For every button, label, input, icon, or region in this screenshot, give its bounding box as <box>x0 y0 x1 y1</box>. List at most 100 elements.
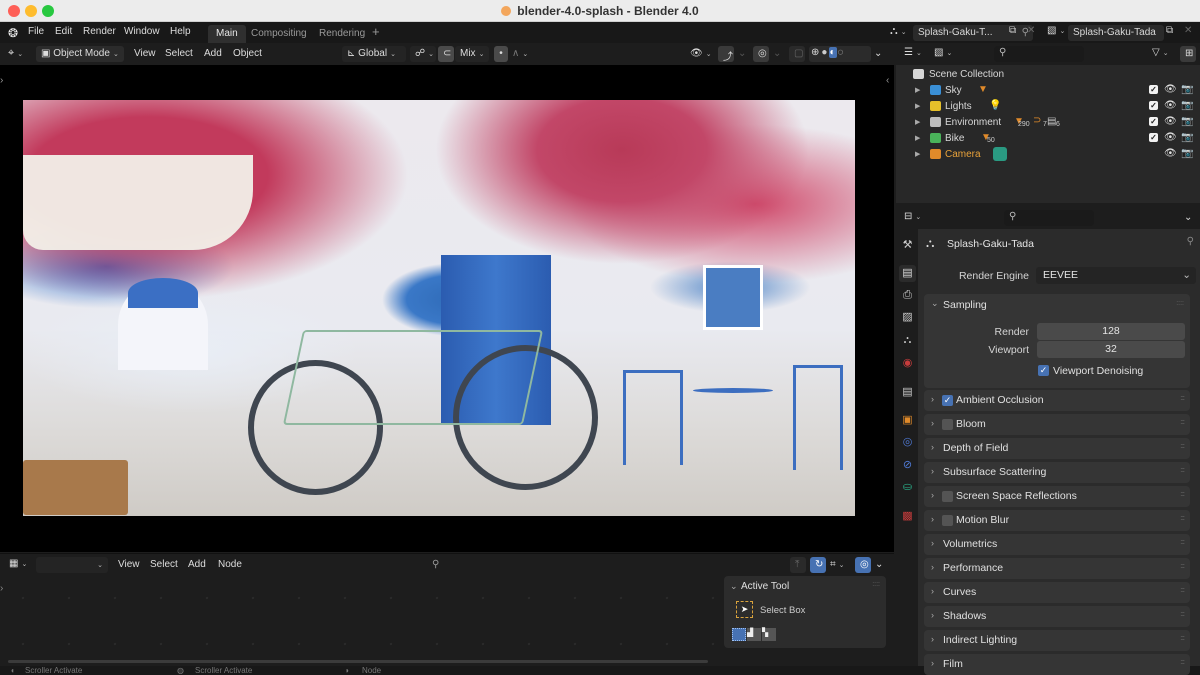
drag-grip-icon[interactable]: :::: <box>1180 419 1185 426</box>
menu-render[interactable]: Render <box>83 26 116 37</box>
delete-view-layer-icon[interactable]: ✕ <box>1184 25 1192 36</box>
visibility-icon[interactable]: 👁 ⌄ <box>690 48 712 59</box>
snap-grid-icon[interactable]: ⌗ ⌄ <box>830 559 845 570</box>
viewport-denoising-checkbox[interactable]: ✓ <box>1038 365 1049 376</box>
panel-shadows[interactable]: › Shadows:::: <box>924 606 1190 627</box>
render-camera-icon[interactable]: 📷 <box>1181 84 1193 95</box>
viewport-samples-field[interactable]: 32 <box>1037 341 1185 358</box>
gizmo-toggle[interactable]: ⤴ <box>718 46 734 63</box>
drag-grip-icon[interactable]: :::: <box>1180 563 1185 570</box>
shading-dropdown[interactable]: ⌄ <box>874 48 882 59</box>
view-layer-tab-icon[interactable]: ▨ <box>899 309 916 326</box>
drag-grip-icon[interactable]: :::: <box>1180 611 1185 618</box>
wireframe-shading-icon[interactable]: ⊕ <box>811 47 821 58</box>
constraints-tab-icon[interactable]: ⊘ <box>899 457 916 474</box>
expand-arrow-icon[interactable]: ▶ <box>915 86 920 94</box>
drag-grip-icon[interactable]: :::: <box>1180 659 1185 666</box>
expand-arrow-icon[interactable]: ▶ <box>915 102 920 110</box>
outliner-row-camera[interactable]: ▶ Camera 👁 📷 <box>896 147 1200 163</box>
toolbar-expand-icon[interactable]: › <box>0 75 3 86</box>
horizontal-scrollbar[interactable] <box>8 660 708 663</box>
render-camera-icon[interactable]: 📷 <box>1181 100 1193 111</box>
pin-icon[interactable]: ⚲ <box>1187 236 1194 247</box>
tab-rendering[interactable]: Rendering <box>311 25 373 43</box>
view-layer-icon[interactable]: ▧ ⌄ <box>1047 25 1065 36</box>
bloom-checkbox[interactable] <box>942 419 953 430</box>
new-collection-icon[interactable]: ⊞ <box>1180 46 1196 62</box>
visibility-eye-icon[interactable]: 👁 <box>1164 84 1177 95</box>
collection-tab-icon[interactable]: ▤ <box>899 384 916 401</box>
display-mode-icon[interactable]: ▧ ⌄ <box>934 47 952 58</box>
object-tab-icon[interactable]: ▣ <box>899 412 916 429</box>
ambient-occlusion-checkbox[interactable]: ✓ <box>942 395 953 406</box>
drag-grip-icon[interactable]: :::: <box>1180 491 1185 498</box>
rendered-shading-icon[interactable]: ◌ <box>837 47 845 58</box>
ne-overlay-icon[interactable]: ◎ <box>855 557 871 573</box>
filter-icon[interactable]: ▽ ⌄ <box>1152 47 1169 58</box>
drag-grip-icon[interactable]: :::: <box>1176 300 1184 307</box>
outliner-search-input[interactable]: ⚲ <box>994 46 1084 62</box>
shading-mode-group[interactable]: ⊕●◐◌ <box>809 46 871 62</box>
properties-options-dropdown[interactable]: ⌄ <box>1184 212 1192 223</box>
exclude-checkbox[interactable]: ✓ <box>1149 116 1158 127</box>
panel-indirect-lighting[interactable]: › Indirect Lighting:::: <box>924 630 1190 651</box>
world-tab-icon[interactable]: ◉ <box>899 355 916 372</box>
outliner-row-bike[interactable]: ▶ Bike ▼ 50 ✓ 👁 📷 <box>896 131 1200 147</box>
visibility-eye-icon[interactable]: 👁 <box>1164 100 1177 111</box>
editor-type-icon[interactable]: ⌖ ⌄ <box>8 47 23 60</box>
ne-menu-select[interactable]: Select <box>150 559 178 570</box>
delete-scene-icon[interactable]: ✕ <box>1027 25 1035 36</box>
gizmo-dropdown[interactable]: ⌄ <box>738 48 746 59</box>
auto-offset-icon[interactable]: ↻ <box>810 557 826 573</box>
visibility-eye-icon[interactable]: 👁 <box>1164 116 1177 127</box>
panel-volumetrics[interactable]: › Volumetrics:::: <box>924 534 1190 555</box>
drag-grip-icon[interactable]: :::: <box>1180 467 1185 474</box>
menu-help[interactable]: Help <box>170 26 191 37</box>
menu-add[interactable]: Add <box>204 48 222 59</box>
tab-compositing[interactable]: Compositing <box>243 25 315 43</box>
view-layer-selector[interactable]: Splash-Gaku-Tada <box>1068 25 1164 41</box>
menu-window[interactable]: Window <box>124 26 160 37</box>
drag-grip-icon[interactable]: :::: <box>1180 395 1185 402</box>
mode-extend-icon[interactable]: ▟ <box>747 628 761 641</box>
mode-new-icon[interactable] <box>732 628 746 641</box>
exclude-checkbox[interactable]: ✓ <box>1149 132 1158 143</box>
drag-grip-icon[interactable]: :::: <box>1180 587 1185 594</box>
render-camera-icon[interactable]: 📷 <box>1181 132 1193 143</box>
active-tool-collapse-icon[interactable]: ⌄ <box>730 581 738 592</box>
drag-grip-icon[interactable]: :::: <box>1180 515 1185 522</box>
ne-overlay-dropdown[interactable]: ⌄ <box>875 559 883 570</box>
visibility-eye-icon[interactable]: 👁 <box>1164 148 1177 159</box>
outliner-editor-type-icon[interactable]: ☰ ⌄ <box>904 47 922 58</box>
expand-arrow-icon[interactable]: ▶ <box>915 134 920 142</box>
drag-grip-icon[interactable]: :::: <box>1180 539 1185 546</box>
panel-ambient-occlusion[interactable]: › ✓ Ambient Occlusion:::: <box>924 390 1190 411</box>
tab-main[interactable]: Main <box>208 25 246 43</box>
panel-curves[interactable]: › Curves:::: <box>924 582 1190 603</box>
proportional-edit-toggle[interactable]: • <box>494 46 508 62</box>
panel-depth-of-field[interactable]: › Depth of Field:::: <box>924 438 1190 459</box>
falloff-icon[interactable]: ∧ ⌄ <box>512 48 528 59</box>
render-samples-field[interactable]: 128 <box>1037 323 1185 340</box>
menu-edit[interactable]: Edit <box>55 26 72 37</box>
ne-menu-node[interactable]: Node <box>218 559 242 570</box>
menu-select[interactable]: Select <box>165 48 193 59</box>
sampling-title[interactable]: Sampling <box>943 299 987 311</box>
visibility-eye-icon[interactable]: 👁 <box>1164 132 1177 143</box>
panel-bloom[interactable]: › Bloom:::: <box>924 414 1190 435</box>
ssr-checkbox[interactable] <box>942 491 953 502</box>
texture-tab-icon[interactable]: ▩ <box>899 508 916 525</box>
ne-menu-add[interactable]: Add <box>188 559 206 570</box>
xray-toggle[interactable]: ▢ <box>789 46 805 62</box>
expand-arrow-icon[interactable]: ▶ <box>915 150 920 158</box>
overlay-toggle[interactable]: ◎ <box>753 46 769 62</box>
render-camera-icon[interactable]: 📷 <box>1181 116 1193 127</box>
mode-subtract-icon[interactable]: ▚ <box>762 628 776 641</box>
panel-film[interactable]: › Film:::: <box>924 654 1190 675</box>
new-view-layer-icon[interactable]: ⧉ <box>1166 25 1173 36</box>
scene-tab-icon[interactable]: ⛬ <box>899 332 916 349</box>
menu-object[interactable]: Object <box>233 48 262 59</box>
panel-screen-space-reflections[interactable]: › Screen Space Reflections:::: <box>924 486 1190 507</box>
render-engine-dropdown[interactable]: EEVEE ⌄ <box>1036 267 1196 284</box>
snap-toggle[interactable]: ⊂ <box>438 46 454 62</box>
